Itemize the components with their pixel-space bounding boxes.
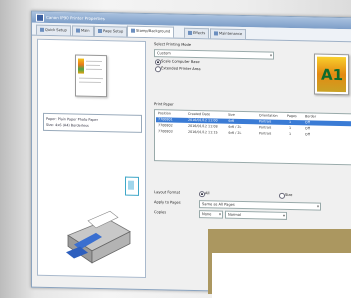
quality-dropdown[interactable]: Normal ▾: [225, 210, 287, 220]
column-header[interactable]: Orientation: [259, 113, 278, 117]
window-title: Canon IP90 Printer Properties: [46, 14, 105, 22]
apply-pages-label: Apply to Pages: [154, 200, 181, 205]
tab-page-setup[interactable]: Page Setup: [94, 25, 128, 37]
table-cell: 2016/01/12 11:15: [188, 129, 218, 135]
printing-mode-heading: Select Printing Mode: [154, 42, 191, 47]
column-header[interactable]: Border: [305, 114, 316, 118]
tab-main[interactable]: Main: [72, 25, 94, 36]
table-cell: Off: [305, 126, 310, 131]
chevron-down-icon: ▾: [218, 211, 221, 217]
tab-maintenance[interactable]: Maintenance: [210, 28, 247, 40]
main-icon: [76, 28, 80, 33]
tab-stamp-background[interactable]: Stamp/Background: [127, 25, 175, 38]
column-header[interactable]: Position: [158, 111, 171, 115]
page-setup-icon: [98, 28, 102, 34]
apply-pages-value: Same as All Pages: [202, 202, 235, 207]
table-title: Print Paper: [154, 102, 174, 107]
tab-effects[interactable]: Effects: [184, 27, 210, 39]
chevron-down-icon: ▾: [269, 52, 272, 58]
thumbnail-text: A1: [321, 65, 344, 85]
extended-area-label: Extended Printer Area: [161, 66, 201, 72]
preview-image: [78, 58, 84, 74]
tab-quick-setup[interactable]: Quick Setup: [36, 24, 71, 36]
app-icon: [36, 13, 44, 22]
stamp-thumbnail[interactable]: A1: [314, 53, 349, 96]
preview-panel: Paper: Plain Paper Photo Paper Size: 4x6…: [37, 38, 146, 278]
quick-setup-icon: [40, 27, 44, 32]
chevron-down-icon: ▾: [316, 203, 319, 209]
layout-format-label: Layout Format: [154, 190, 181, 195]
table-cell: Off: [305, 132, 310, 137]
preview-text-line: [86, 60, 102, 63]
tab-label: Maintenance: [219, 31, 243, 36]
table-cell: 2016/01/12 11:00: [188, 117, 218, 123]
preview-text-line: [79, 77, 103, 80]
thumbnail-image: A1: [317, 56, 346, 93]
table-cell: 7700803: [158, 129, 173, 134]
printing-mode-dropdown[interactable]: Custom ▾: [154, 49, 274, 60]
preview-text-line: [86, 64, 100, 67]
paper-info-box: Paper: Plain Paper Photo Paper Size: 4x6…: [43, 112, 142, 133]
size-info-line: Size: 4x6 (A4) Borderless: [46, 122, 89, 128]
preview-text-line: [79, 81, 101, 84]
printer-icon: [66, 210, 131, 264]
printing-mode-value: Custom: [157, 51, 171, 56]
table-cell: 7700801: [158, 117, 173, 122]
table-cell: 1: [289, 125, 292, 131]
table-cell: Off: [305, 120, 310, 125]
copies-label: Copies: [154, 210, 167, 215]
table-cell: Portrait: [259, 131, 272, 136]
tab-label: Effects: [193, 30, 206, 36]
overlay-content-area: [212, 253, 351, 298]
table-cell: 1: [289, 119, 292, 125]
table-cell: 2016/01/12 11:08: [188, 123, 218, 129]
layout-all-label: All: [205, 191, 210, 196]
table-cell: 4x6: [228, 118, 235, 123]
effects-icon: [188, 30, 192, 35]
table-cell: Portrait: [259, 125, 272, 130]
page-thumbnail-icon: [125, 176, 139, 196]
tab-label: Stamp/Background: [136, 28, 171, 34]
column-header[interactable]: Pages: [287, 114, 297, 118]
preview-text-line: [86, 68, 102, 71]
table-cell: 4x6 / 2L: [228, 130, 242, 135]
stamp-icon: [131, 28, 135, 33]
table-cell: 7700802: [158, 123, 173, 128]
quality-value: Normal: [228, 212, 242, 217]
layout-size-label: Size: [285, 192, 293, 198]
copies-dropdown[interactable]: None ▾: [199, 210, 223, 219]
tab-label: Main: [81, 28, 90, 33]
tab-label: Page Setup: [103, 29, 124, 34]
page-preview: [75, 54, 107, 98]
apply-pages-dropdown[interactable]: Same as All Pages ▾: [199, 200, 321, 211]
column-header[interactable]: Created Date: [188, 112, 210, 116]
paper-info-line: Paper: Plain Paper Photo Paper: [46, 116, 99, 122]
table-cell: Portrait: [259, 119, 272, 124]
paper-table: Position Created Date Size Orientation P…: [154, 109, 351, 166]
table-cell: 1: [289, 131, 292, 137]
maintenance-icon: [214, 31, 218, 36]
scale-base-label: Scale Computer Base: [161, 59, 200, 65]
tab-label: Quick Setup: [45, 27, 67, 33]
chevron-down-icon: ▾: [282, 212, 285, 218]
copies-value: None: [202, 212, 212, 217]
column-header[interactable]: Size: [228, 113, 235, 117]
table-cell: 4x6 / 2L: [228, 124, 242, 129]
